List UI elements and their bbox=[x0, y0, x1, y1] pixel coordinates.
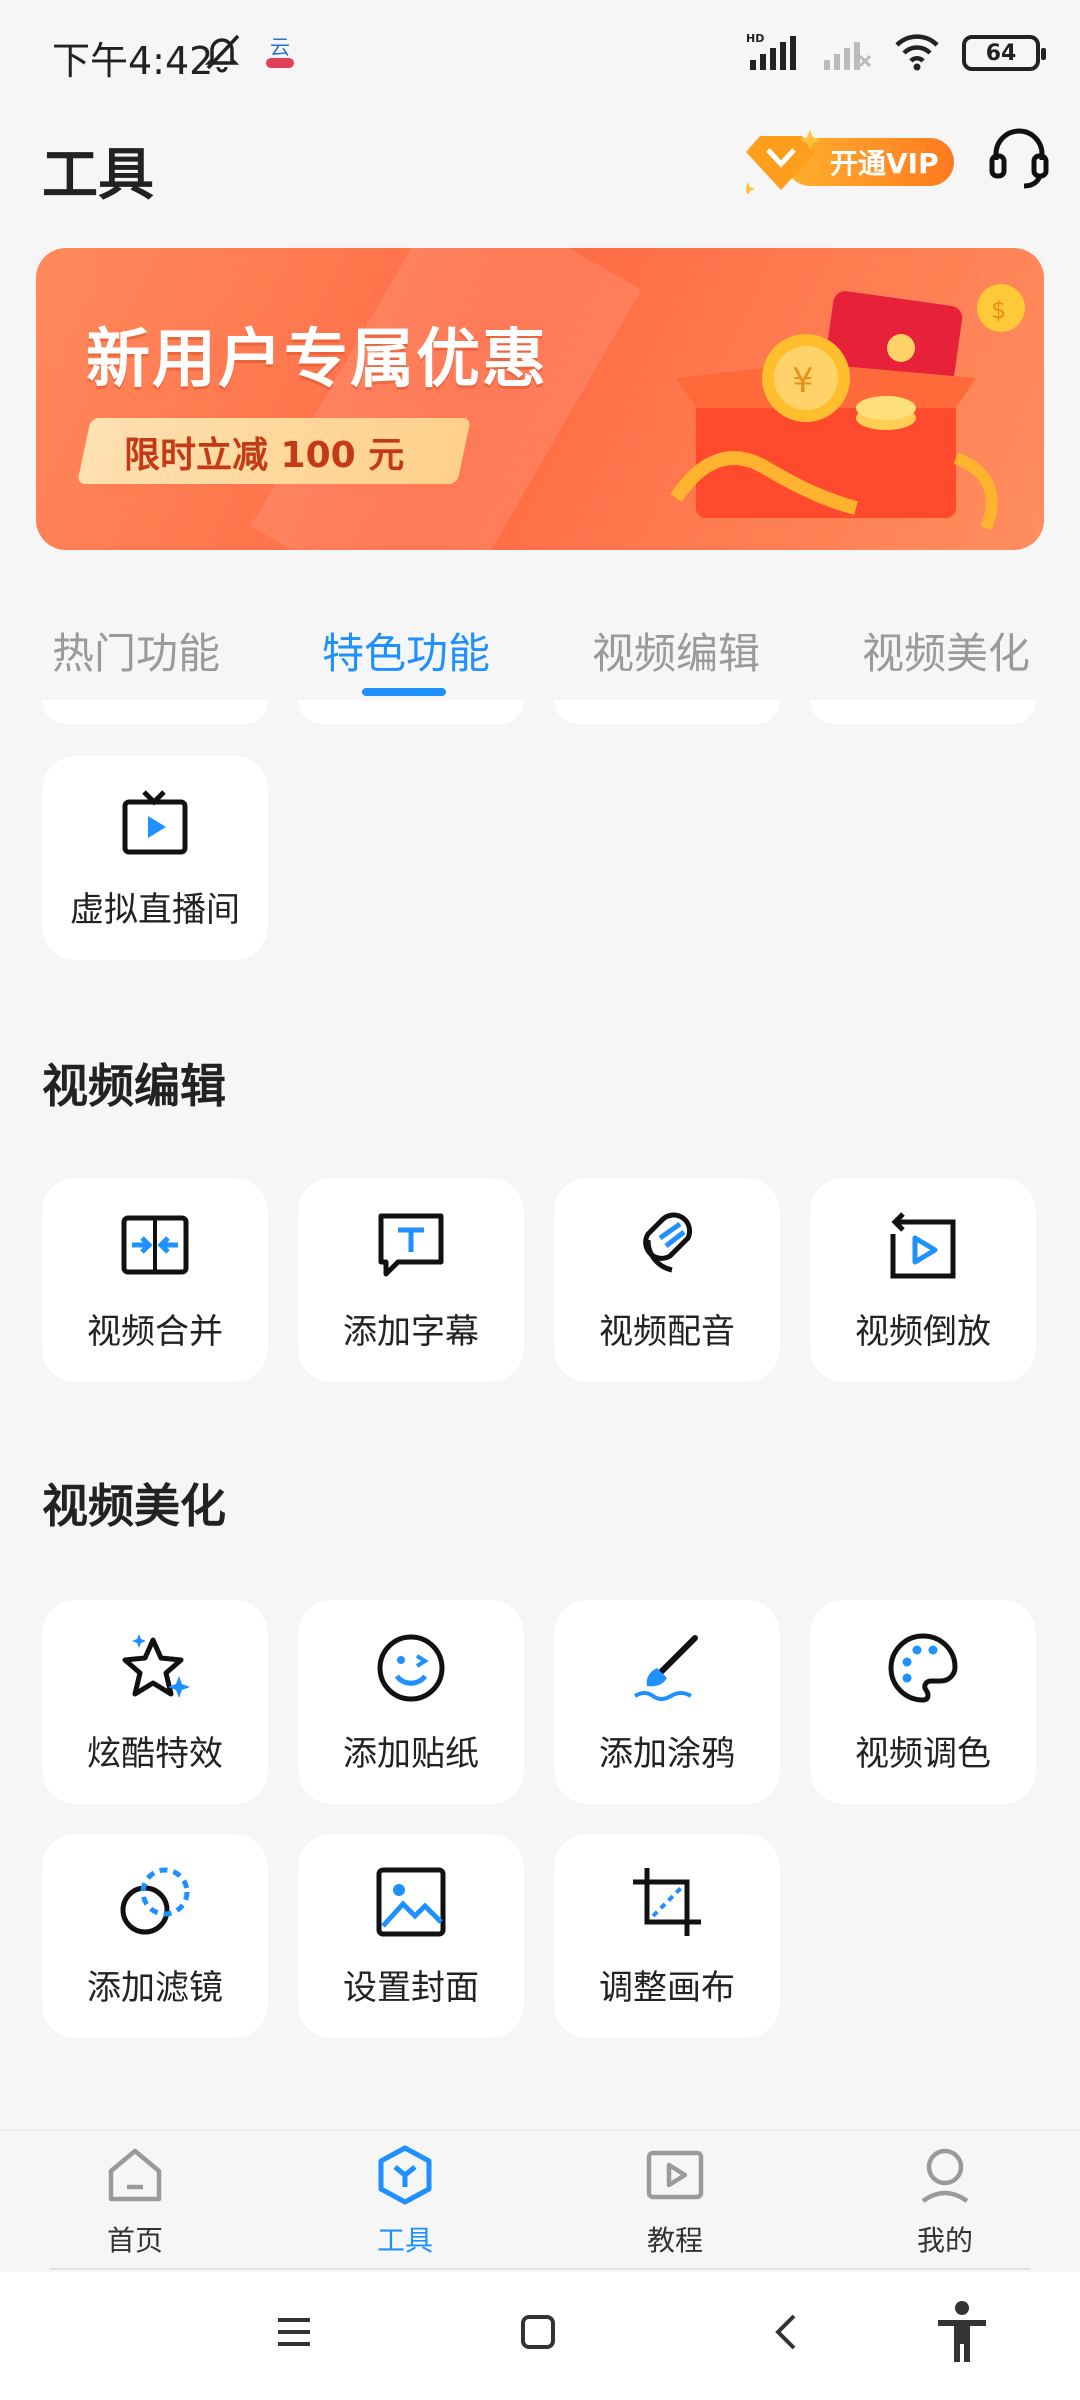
menu-icon[interactable] bbox=[274, 2312, 314, 2356]
tool-card-set-cover[interactable]: 设置封面 bbox=[298, 1834, 524, 2038]
crop-canvas-icon bbox=[631, 1866, 703, 1942]
banner-title: 新用户专属优惠 bbox=[86, 323, 548, 397]
battery-indicator: 64 bbox=[962, 35, 1046, 71]
app-notification-icon: 云 bbox=[262, 32, 298, 76]
scrolled-card-edge bbox=[42, 700, 268, 724]
gift-box-illustration: ¥ $ bbox=[656, 268, 1036, 542]
svg-text:$: $ bbox=[991, 296, 1006, 324]
svg-text:HD: HD bbox=[746, 32, 764, 45]
tool-label: 添加滤镜 bbox=[87, 1968, 223, 2008]
bottom-navigation: 首页 工具 教程 我的 bbox=[0, 2130, 1080, 2270]
filter-icon bbox=[119, 1866, 191, 1942]
merge-icon bbox=[120, 1210, 190, 1284]
reverse-icon bbox=[887, 1210, 959, 1286]
system-navigation-bar bbox=[0, 2272, 1080, 2400]
scrolled-card-edge bbox=[554, 700, 780, 724]
home-icon bbox=[105, 2145, 165, 2209]
tool-card-video-merge[interactable]: 视频合并 bbox=[42, 1178, 268, 1382]
tool-card-add-filter[interactable]: 添加滤镜 bbox=[42, 1834, 268, 2038]
svg-text:¥: ¥ bbox=[792, 361, 814, 401]
customer-service-headset-icon[interactable] bbox=[986, 124, 1052, 194]
divider bbox=[50, 2268, 1030, 2270]
tab-hot-features[interactable]: 热门功能 bbox=[52, 620, 220, 681]
mute-bell-icon bbox=[200, 30, 244, 78]
signal-hd-icon: HD bbox=[746, 30, 800, 76]
nav-label: 工具 bbox=[376, 2224, 433, 2257]
nav-label: 我的 bbox=[916, 2224, 973, 2257]
nav-item-home[interactable]: 首页 bbox=[35, 2145, 235, 2259]
open-vip-button[interactable]: 开通VIP bbox=[741, 128, 956, 196]
tool-label: 添加贴纸 bbox=[343, 1734, 479, 1774]
page-title: 工具 bbox=[42, 143, 154, 208]
tool-label: 添加字幕 bbox=[343, 1312, 479, 1352]
tab-special-features[interactable]: 特色功能 bbox=[322, 620, 490, 681]
section-title-video-beautify: 视频美化 bbox=[42, 1479, 226, 1533]
tutorial-icon bbox=[645, 2145, 705, 2209]
tool-label: 添加涂鸦 bbox=[599, 1734, 735, 1774]
status-bar: 下午4:42 云 HD 64 bbox=[0, 0, 1080, 110]
tool-label: 视频合并 bbox=[87, 1312, 223, 1352]
tool-label: 视频调色 bbox=[855, 1734, 991, 1774]
tool-label: 设置封面 bbox=[343, 1968, 479, 2008]
brush-icon bbox=[631, 1632, 703, 1708]
tool-card-virtual-live-room[interactable]: 虚拟直播间 bbox=[42, 756, 268, 960]
vip-diamond-icon bbox=[741, 128, 826, 198]
nav-item-tutorial[interactable]: 教程 bbox=[575, 2145, 775, 2259]
palette-icon bbox=[887, 1632, 959, 1708]
tools-icon bbox=[375, 2145, 435, 2209]
category-tabs: 热门功能 特色功能 视频编辑 视频美化 bbox=[0, 610, 1080, 700]
tool-card-add-subtitle[interactable]: 添加字幕 bbox=[298, 1178, 524, 1382]
tool-card-color-grading[interactable]: 视频调色 bbox=[810, 1600, 1036, 1804]
subtitle-icon bbox=[376, 1210, 446, 1284]
scrolled-card-edge bbox=[810, 700, 1036, 724]
tool-card-add-doodle[interactable]: 添加涂鸦 bbox=[554, 1600, 780, 1804]
tool-label: 虚拟直播间 bbox=[70, 890, 240, 930]
tool-label: 调整画布 bbox=[599, 1968, 735, 2008]
sticker-icon bbox=[375, 1632, 447, 1708]
nav-item-profile[interactable]: 我的 bbox=[845, 2145, 1045, 2259]
status-time: 下午4:42 bbox=[52, 39, 214, 83]
tool-card-video-reverse[interactable]: 视频倒放 bbox=[810, 1178, 1036, 1382]
tool-label: 视频倒放 bbox=[855, 1312, 991, 1352]
back-icon[interactable] bbox=[766, 2312, 806, 2356]
tool-label: 视频配音 bbox=[599, 1312, 735, 1352]
banner-subtitle: 限时立减 100 元 bbox=[124, 435, 405, 476]
active-tab-indicator bbox=[362, 688, 446, 696]
tool-label: 炫酷特效 bbox=[87, 1734, 223, 1774]
tab-video-edit[interactable]: 视频编辑 bbox=[592, 620, 760, 681]
profile-icon bbox=[915, 2145, 975, 2209]
scrolled-card-edge bbox=[298, 700, 524, 724]
promo-banner[interactable]: 新用户专属优惠 限时立减 100 元 ¥ $ bbox=[36, 248, 1044, 550]
tv-play-icon bbox=[120, 788, 190, 862]
tool-card-adjust-canvas[interactable]: 调整画布 bbox=[554, 1834, 780, 2038]
nav-label: 教程 bbox=[646, 2224, 703, 2257]
tool-card-cool-effects[interactable]: 炫酷特效 bbox=[42, 1600, 268, 1804]
dubbing-icon bbox=[632, 1210, 702, 1284]
tab-video-beautify[interactable]: 视频美化 bbox=[862, 620, 1030, 681]
vip-label: 开通VIP bbox=[830, 147, 939, 180]
cover-image-icon bbox=[375, 1866, 447, 1942]
signal-weak-icon bbox=[822, 30, 872, 76]
nav-item-tools[interactable]: 工具 bbox=[305, 2145, 505, 2259]
wifi-icon bbox=[894, 31, 940, 75]
star-effect-icon bbox=[119, 1632, 191, 1708]
accessibility-icon[interactable] bbox=[934, 2300, 990, 2368]
svg-text:云: 云 bbox=[270, 35, 290, 59]
tool-card-add-sticker[interactable]: 添加贴纸 bbox=[298, 1600, 524, 1804]
tool-card-video-dubbing[interactable]: 视频配音 bbox=[554, 1178, 780, 1382]
home-square-icon[interactable] bbox=[518, 2312, 558, 2356]
nav-label: 首页 bbox=[106, 2224, 163, 2257]
section-title-video-edit: 视频编辑 bbox=[42, 1059, 226, 1113]
